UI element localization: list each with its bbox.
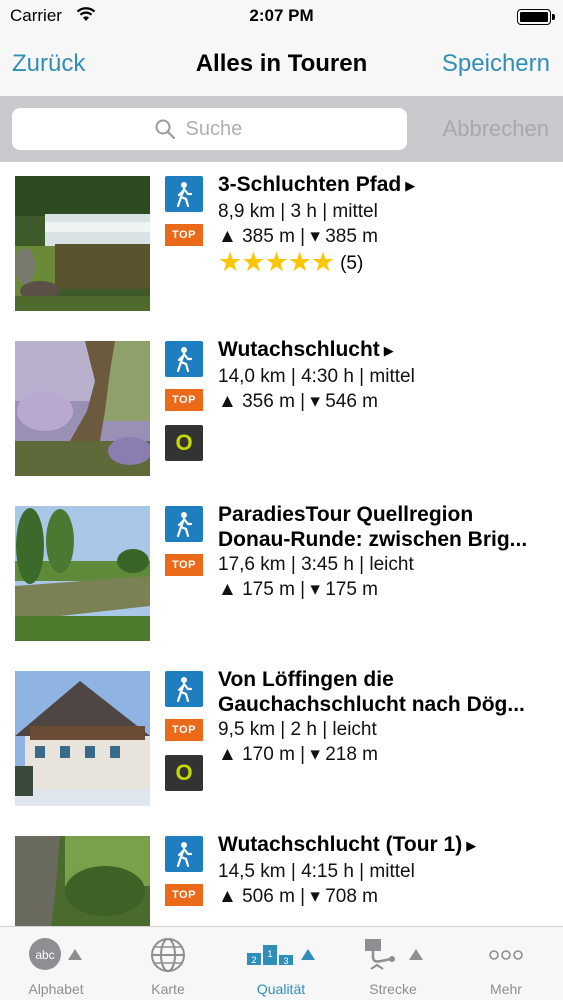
tour-meta: 9,5 km | 2 h | leicht	[218, 719, 377, 740]
tour-title: 3-Schluchten Pfad	[218, 173, 402, 196]
rating: ★★★★★ (5)	[218, 249, 553, 277]
save-button[interactable]: Speichern	[442, 50, 550, 78]
cancel-button[interactable]: Abbrechen	[443, 116, 549, 142]
tour-list[interactable]: TOP 3-Schluchten Pfad ▶ 8,9 km | 3 h | mi…	[0, 162, 563, 926]
sort-caret-icon	[409, 949, 423, 960]
tour-elevation: ▲ 385 m | ▾ 385 m	[218, 226, 379, 247]
top-badge: TOP	[165, 389, 203, 411]
tour-row[interactable]: TOP O Wutachschlucht ▶ 14,0 km | 4:30 h |…	[0, 327, 563, 492]
tab-label: Strecke	[369, 981, 417, 997]
abc-icon: abc	[29, 938, 61, 970]
tab-label: Alphabet	[28, 981, 84, 997]
play-arrow-icon: ▶	[405, 178, 416, 193]
tour-title: Wutachschlucht (Tour 1)	[218, 833, 463, 856]
play-arrow-icon: ▶	[466, 838, 477, 853]
tab-karte[interactable]: Karte	[112, 927, 224, 1000]
tour-title: Von Löffingen die	[218, 668, 394, 691]
o-badge: O	[165, 425, 203, 461]
svg-text:2: 2	[251, 955, 256, 965]
star-icon: ★	[287, 247, 312, 277]
hiking-icon	[165, 836, 203, 872]
tab-label: Qualität	[256, 981, 306, 997]
tab-alphabet[interactable]: abc Alphabet	[0, 927, 112, 1000]
tour-meta: 8,9 km | 3 h | mittel	[218, 201, 378, 222]
top-badge: TOP	[165, 224, 203, 246]
tab-qualitaet[interactable]: 2 1 3 Qualität	[225, 927, 337, 1000]
search-bar: Abbrechen	[0, 96, 563, 162]
tab-label: Mehr	[490, 981, 522, 997]
tour-row[interactable]: TOP ParadiesTour Quellregion Donau-Runde…	[0, 492, 563, 657]
play-arrow-icon: ▶	[383, 343, 394, 358]
tour-title-line2: Donau-Runde: zwischen Brig...	[218, 528, 528, 551]
search-field[interactable]	[12, 108, 407, 150]
hiking-icon	[165, 671, 203, 707]
search-icon	[155, 119, 175, 140]
search-input[interactable]	[185, 117, 266, 141]
more-icon	[489, 950, 523, 960]
top-badge: TOP	[165, 719, 203, 741]
tab-strecke[interactable]: Strecke	[337, 927, 449, 1000]
tour-title: ParadiesTour Quellregion	[218, 503, 474, 526]
tab-label: Karte	[151, 981, 185, 997]
tour-title: Wutachschlucht	[218, 338, 380, 361]
top-badge: TOP	[165, 554, 203, 576]
tour-meta: 14,0 km | 4:30 h | mittel	[218, 366, 415, 387]
tour-elevation: ▲ 170 m | ▾ 218 m	[218, 744, 379, 765]
hiking-icon	[165, 506, 203, 542]
star-icon: ★	[218, 247, 242, 277]
tour-thumbnail	[15, 341, 150, 476]
star-icon: ★	[264, 247, 288, 277]
tab-bar: abc Alphabet Karte 2 1 3 Qualität Streck…	[0, 926, 563, 1000]
tour-title-line2: Gauchachschlucht nach Dög...	[218, 693, 525, 716]
tour-row[interactable]: TOP Wutachschlucht (Tour 1) ▶ 14,5 km | 4…	[0, 822, 563, 926]
tour-thumbnail	[15, 506, 150, 641]
battery-icon	[517, 9, 555, 25]
star-icon: ★	[241, 247, 265, 277]
podium-icon: 2 1 3	[247, 945, 293, 965]
navigation-bar: Zurück Alles in Touren Speichern	[0, 34, 563, 96]
tour-elevation: ▲ 506 m | ▾ 708 m	[218, 886, 379, 907]
tour-elevation: ▲ 356 m | ▾ 546 m	[218, 391, 379, 412]
route-icon	[365, 939, 395, 970]
star-icon: ★	[310, 247, 335, 277]
o-badge: O	[165, 755, 203, 791]
hiking-icon	[165, 341, 203, 377]
status-bar: Carrier 2:07 PM	[0, 0, 563, 34]
top-badge: TOP	[165, 884, 203, 906]
svg-text:1: 1	[267, 949, 272, 959]
tour-row[interactable]: TOP O Von Löffingen die Gauchachschlucht…	[0, 657, 563, 822]
svg-text:abc: abc	[35, 948, 54, 962]
tour-thumbnail	[15, 836, 150, 926]
tour-row[interactable]: TOP 3-Schluchten Pfad ▶ 8,9 km | 3 h | mi…	[0, 162, 563, 327]
globe-icon	[151, 938, 185, 972]
sort-caret-icon	[68, 949, 82, 960]
rating-count: (5)	[340, 253, 364, 274]
clock: 2:07 PM	[249, 6, 314, 25]
tour-elevation: ▲ 175 m | ▾ 175 m	[218, 579, 379, 600]
tab-mehr[interactable]: Mehr	[450, 927, 562, 1000]
tour-meta: 17,6 km | 3:45 h | leicht	[218, 554, 414, 575]
sort-caret-icon	[301, 949, 315, 960]
hiking-icon	[165, 176, 203, 212]
tour-thumbnail	[15, 671, 150, 806]
tour-meta: 14,5 km | 4:15 h | mittel	[218, 861, 415, 882]
tour-thumbnail	[15, 176, 150, 311]
svg-text:3: 3	[283, 956, 288, 965]
